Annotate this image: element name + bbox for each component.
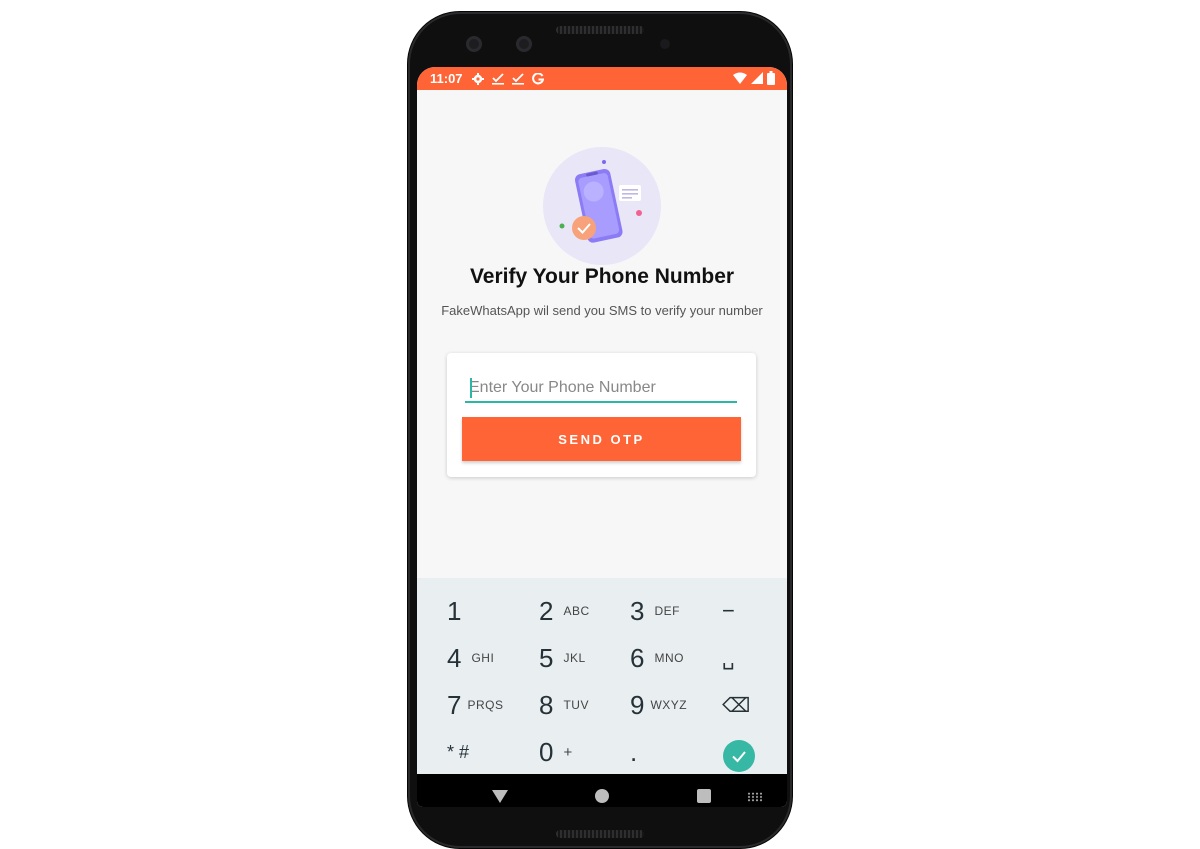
navigation-bar (417, 774, 787, 807)
key-star-hash[interactable]: * # (447, 729, 469, 775)
key-digit: 0 (539, 736, 554, 767)
key-space[interactable]: ␣ (722, 635, 735, 681)
key-letters: + (563, 743, 573, 761)
settings-icon (471, 72, 484, 85)
proximity-sensor (660, 39, 670, 49)
check-icon (732, 751, 746, 763)
key-digit: * # (447, 741, 470, 762)
key-8[interactable]: 8 TUV (539, 682, 589, 728)
front-camera (466, 36, 482, 52)
key-letters: GHI (471, 651, 495, 665)
key-digit: 6 (630, 642, 645, 673)
text-cursor (470, 378, 472, 398)
key-5[interactable]: 5 JKL (539, 635, 586, 681)
home-icon[interactable] (595, 789, 609, 803)
signal-icon (751, 72, 763, 84)
back-icon[interactable] (492, 790, 508, 803)
bottom-speaker (556, 830, 644, 838)
done-button[interactable] (723, 740, 755, 772)
key-letters: TUV (563, 698, 589, 712)
key-7[interactable]: 7 PRQS (447, 682, 503, 728)
key-period[interactable]: . (630, 729, 637, 775)
key-9[interactable]: 9 WXYZ (630, 682, 687, 728)
wifi-icon (733, 72, 747, 84)
key-4[interactable]: 4 GHI (447, 635, 494, 681)
key-3[interactable]: 3 DEF (630, 588, 680, 634)
key-digit: 7 (447, 689, 462, 720)
send-otp-button[interactable]: SEND OTP (462, 417, 741, 461)
space-icon: ␣ (722, 647, 735, 670)
phone-entry-card: SEND OTP (447, 353, 756, 477)
key-minus[interactable]: − (722, 588, 735, 634)
key-2[interactable]: 2 ABC (539, 588, 590, 634)
keyboard-icon[interactable] (747, 792, 763, 802)
key-letters: MNO (654, 651, 684, 665)
key-digit: 5 (539, 642, 554, 673)
key-digit: . (630, 736, 638, 767)
google-icon (531, 72, 544, 84)
key-6[interactable]: 6 MNO (630, 635, 684, 681)
phone-verification-illustration (543, 147, 661, 265)
page-subtitle: FakeWhatsApp wil send you SMS to verify … (441, 303, 763, 318)
key-digit: − (722, 598, 735, 623)
key-letters: JKL (563, 651, 586, 665)
key-letters: WXYZ (650, 698, 688, 712)
key-digit: 9 (630, 689, 645, 720)
key-0[interactable]: 0 + (539, 729, 573, 775)
check-icon (491, 72, 504, 85)
key-digit: 2 (539, 595, 554, 626)
status-time: 11:07 (430, 71, 463, 86)
phone-frame: 11:07 Verify Your Phone Number FakeWhats… (408, 12, 792, 848)
numeric-keypad: 1 2 ABC 3 DEF − 4 GHI 5 JKL 6 MNO ␣ 7 PRQS 8 TU… (417, 578, 787, 774)
key-letters: ABC (563, 604, 590, 618)
check-icon (511, 72, 524, 85)
page-title: Verify Your Phone Number (469, 265, 735, 288)
key-letters: PRQS (467, 698, 504, 712)
key-digit: 1 (447, 595, 462, 626)
status-bar: 11:07 (417, 67, 787, 90)
recents-icon[interactable] (697, 789, 711, 803)
earpiece-speaker (556, 26, 644, 34)
key-backspace[interactable]: ⌫ (722, 682, 750, 728)
phone-number-input[interactable] (465, 375, 737, 403)
key-digit: 4 (447, 642, 462, 673)
key-1[interactable]: 1 (447, 588, 461, 634)
battery-icon (767, 71, 775, 85)
key-letters: DEF (654, 604, 680, 618)
front-camera (516, 36, 532, 52)
screen: 11:07 Verify Your Phone Number FakeWhats… (417, 67, 787, 807)
backspace-icon: ⌫ (722, 694, 751, 717)
key-digit: 3 (630, 595, 645, 626)
key-digit: 8 (539, 689, 554, 720)
